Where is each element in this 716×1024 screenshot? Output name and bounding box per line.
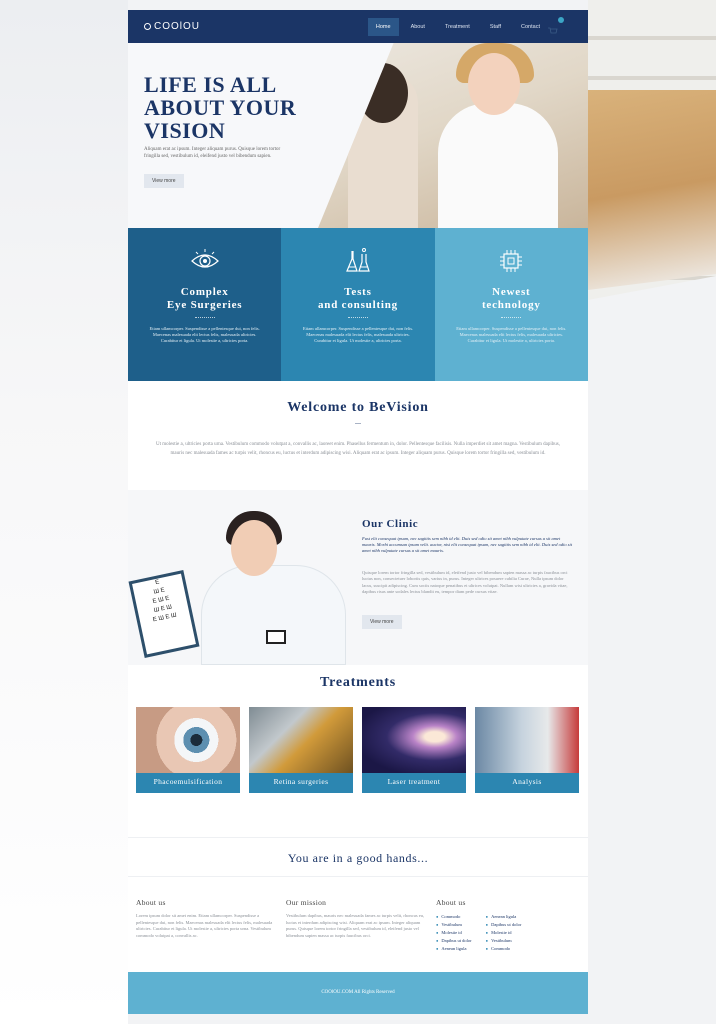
- footer-columns: About us Lorem ipsum dolor sit amet enim…: [128, 890, 588, 970]
- treatment-card-analysis[interactable]: Analysis: [475, 707, 579, 803]
- clinic-text: Quisque lorem tortor fringilla sed, vest…: [362, 570, 568, 594]
- cart-badge: [558, 17, 564, 23]
- page-backdrop: [0, 0, 128, 1024]
- hero-title-line-3: VISION: [144, 118, 226, 143]
- feature-title: Complex Eye Surgeries: [128, 286, 281, 312]
- feature-eye-surgeries[interactable]: Complex Eye Surgeries Etiam ullamcorper.…: [128, 228, 282, 381]
- clinic-title: Our Clinic: [362, 518, 419, 530]
- menu-item-treatment[interactable]: Treatment: [437, 18, 478, 36]
- main-menu: Home About Treatment Staff Contact: [367, 17, 548, 36]
- footer-about: About us Lorem ipsum dolor sit amet enim…: [136, 898, 276, 939]
- footer-link[interactable]: Vestibulum: [486, 937, 522, 945]
- copyright-bar: COOlOU.COM All Rights Reserved: [128, 972, 588, 1014]
- treatments-title: Treatments: [320, 675, 396, 690]
- feature-title-line-2: Eye Surgeries: [166, 299, 243, 311]
- footer-link[interactable]: Molestie id: [486, 929, 522, 937]
- chip-icon: [500, 250, 523, 272]
- welcome-divider: ...: [355, 417, 361, 426]
- footer-about-text: Lorem ipsum dolor sit amet enim. Etiam u…: [136, 913, 273, 938]
- menu-item-contact[interactable]: Contact: [513, 18, 548, 36]
- footer-link[interactable]: Vestibulum: [436, 921, 472, 929]
- footer-link[interactable]: Aenean ligula: [486, 913, 522, 921]
- treatment-card-phacoemulsification[interactable]: Phacoemulsification: [136, 707, 240, 803]
- feature-newest-technology[interactable]: Newest technology Etiam ullamcorper. Sus…: [434, 228, 588, 381]
- footer-link-list-1: Commodo Vestibulum Molestie id Dapibus u…: [436, 913, 472, 953]
- footer-link[interactable]: Molestie id: [436, 929, 472, 937]
- feature-title-line-2: and consulting: [318, 299, 398, 311]
- doctor-photo: EШ EE Ш EШ E ШE Ш E Ш: [128, 505, 346, 665]
- clinic-lead: Fust elit consequat ipsum, nec sagittis …: [362, 536, 572, 553]
- hero-title: LIFE IS ALL ABOUT YOUR VISION: [144, 73, 344, 142]
- clinic-section: EШ EE Ш EШ E ШE Ш E Ш Our Clinic Fust el…: [128, 490, 588, 665]
- logo-icon: [144, 23, 151, 30]
- hero-photo-doctor-coat: [438, 103, 558, 228]
- footer-link[interactable]: Commodo: [436, 913, 472, 921]
- treatment-image: [136, 707, 240, 773]
- cart-icon[interactable]: [548, 17, 564, 34]
- hero-photo-overflow: [588, 90, 716, 290]
- footer-link-list-2: Aenean ligula Dapibus ut dolor Molestie …: [486, 913, 522, 953]
- feature-text: Etiam ullamcorper. Suspendisse a pellent…: [302, 326, 414, 343]
- footer-link[interactable]: Commodo: [486, 945, 522, 953]
- footer-links: About us Commodo Vestibulum Molestie id …: [436, 898, 586, 953]
- hero-title-line-1: LIFE IS ALL: [144, 72, 277, 97]
- website-page: COOlOU Home About Treatment Staff Contac…: [128, 10, 588, 1014]
- treatment-label: Phacoemulsification: [136, 773, 240, 793]
- treatment-card-laser-treatment[interactable]: Laser treatment: [362, 707, 466, 803]
- treatment-card-retina-surgeries[interactable]: Retina surgeries: [249, 707, 353, 803]
- flask-icon: [346, 248, 370, 272]
- doctor-photo-face: [231, 520, 277, 576]
- treatment-label: Retina surgeries: [249, 773, 353, 793]
- hero-text: Aliquam erat ac ipsum. Integer aliquam p…: [144, 147, 281, 159]
- feature-tests-consulting[interactable]: Tests and consulting Etiam ullamcorper. …: [281, 228, 435, 381]
- feature-title-line-1: Complex: [180, 286, 229, 298]
- site-logo[interactable]: COOlOU: [144, 21, 200, 32]
- feature-divider: [347, 317, 368, 318]
- footer-link[interactable]: Aenean ligula: [436, 945, 472, 953]
- treatment-label: Laser treatment: [362, 773, 466, 793]
- feature-title-line-1: Newest: [492, 286, 531, 298]
- feature-title: Newest technology: [435, 286, 588, 312]
- hero-photo-patient-hair: [358, 63, 408, 123]
- features-row: Complex Eye Surgeries Etiam ullamcorper.…: [128, 228, 588, 381]
- doctor-photo-coat: [201, 565, 346, 665]
- treatment-image: [475, 707, 579, 773]
- treatment-image: [362, 707, 466, 773]
- tagline-banner: You are in a good hands...: [128, 837, 588, 877]
- hero-view-more-button[interactable]: View more: [144, 174, 184, 188]
- feature-divider: [194, 317, 215, 318]
- footer-mission: Our mission Vestibulum dapibus, mauris n…: [286, 898, 426, 939]
- treatment-image: [249, 707, 353, 773]
- feature-text: Etiam ullamcorper. Suspendisse a pellent…: [456, 326, 567, 343]
- menu-item-home[interactable]: Home: [367, 17, 399, 36]
- welcome-title: Welcome to BeVision: [287, 400, 429, 415]
- hero-photo-doctor-face: [468, 53, 520, 115]
- feature-title-line-1: Tests: [344, 286, 372, 298]
- footer-link-lists: Commodo Vestibulum Molestie id Dapibus u…: [436, 913, 586, 953]
- footer-about-title: About us: [136, 898, 166, 907]
- clinic-view-more-button[interactable]: View more: [362, 615, 402, 629]
- footer-link[interactable]: Dapibus ut dolor: [436, 937, 471, 945]
- hero-section: LIFE IS ALL ABOUT YOUR VISION Aliquam er…: [128, 43, 588, 228]
- welcome-text: Ut molestie a, ultricies porta urna. Ves…: [156, 442, 560, 456]
- hero-title-line-2: ABOUT YOUR: [144, 95, 297, 120]
- feature-title: Tests and consulting: [281, 286, 434, 312]
- top-navigation: COOlOU Home About Treatment Staff Contac…: [128, 10, 588, 43]
- logo-text: COOlOU: [154, 21, 200, 32]
- footer-link[interactable]: Dapibus ut dolor: [486, 921, 521, 929]
- eye-chart-image: EШ EE Ш EШ E ШE Ш E Ш: [128, 570, 200, 658]
- eye-icon: [190, 249, 219, 268]
- feature-text: Etiam ullamcorper. Suspendisse a pellent…: [149, 326, 260, 343]
- treatments-grid: Phacoemulsification Retina surgeries Las…: [136, 707, 580, 807]
- doctor-name-badge: [266, 630, 286, 644]
- footer-mission-title: Our mission: [286, 898, 327, 907]
- treatment-label: Analysis: [475, 773, 579, 793]
- feature-title-line-2: technology: [481, 299, 541, 311]
- footer-mission-text: Vestibulum dapibus, mauris nec malesuada…: [286, 913, 425, 938]
- footer-links-title: About us: [436, 898, 466, 907]
- menu-item-about[interactable]: About: [403, 18, 433, 36]
- feature-divider: [501, 317, 522, 318]
- hero-photo: [318, 43, 588, 228]
- menu-item-staff[interactable]: Staff: [482, 18, 509, 36]
